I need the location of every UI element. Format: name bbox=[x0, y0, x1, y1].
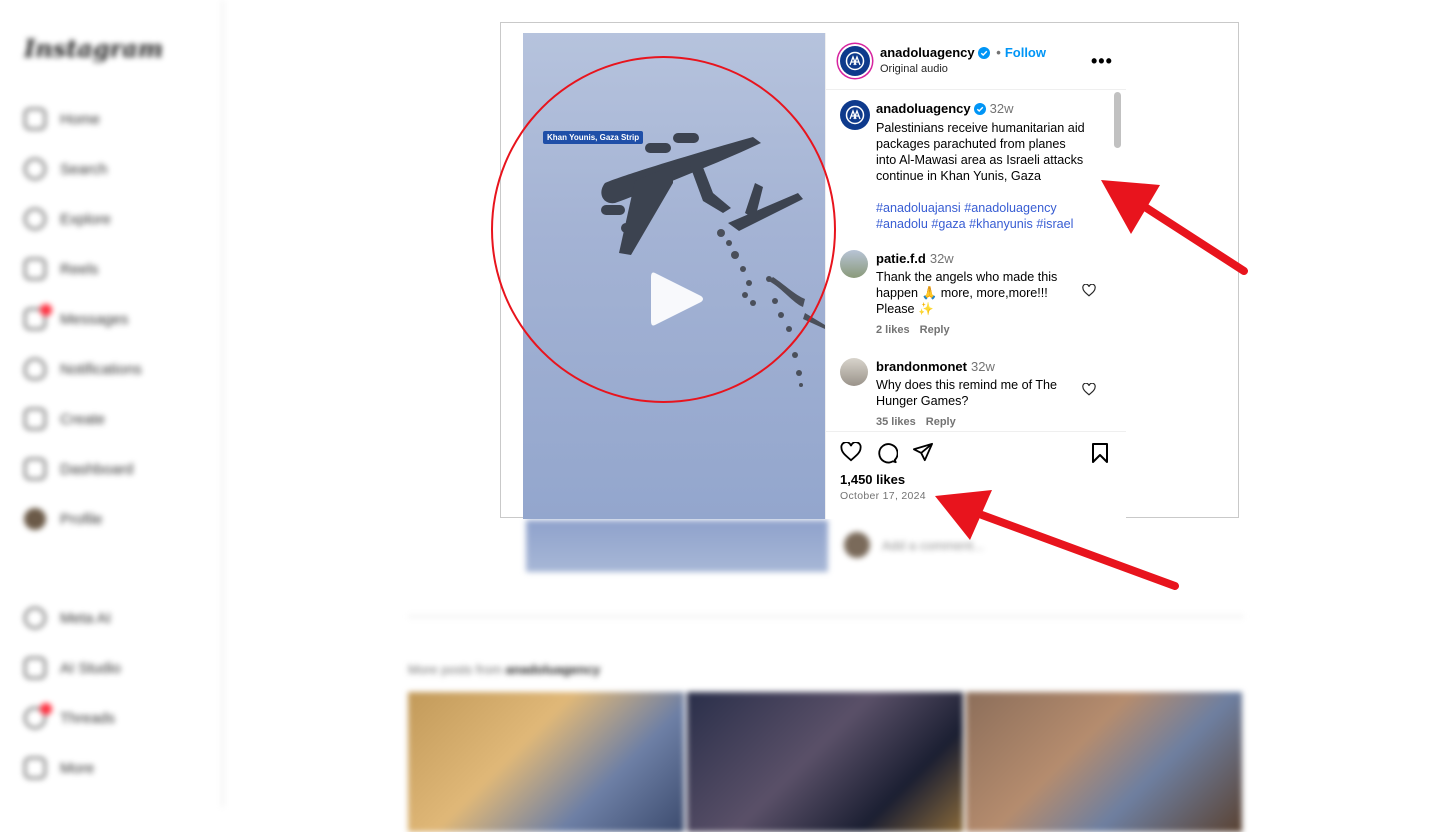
annotation-arrow-caption bbox=[1101, 180, 1248, 275]
annotation-arrow-date bbox=[935, 490, 1179, 590]
annotation-arrows bbox=[935, 180, 1248, 590]
